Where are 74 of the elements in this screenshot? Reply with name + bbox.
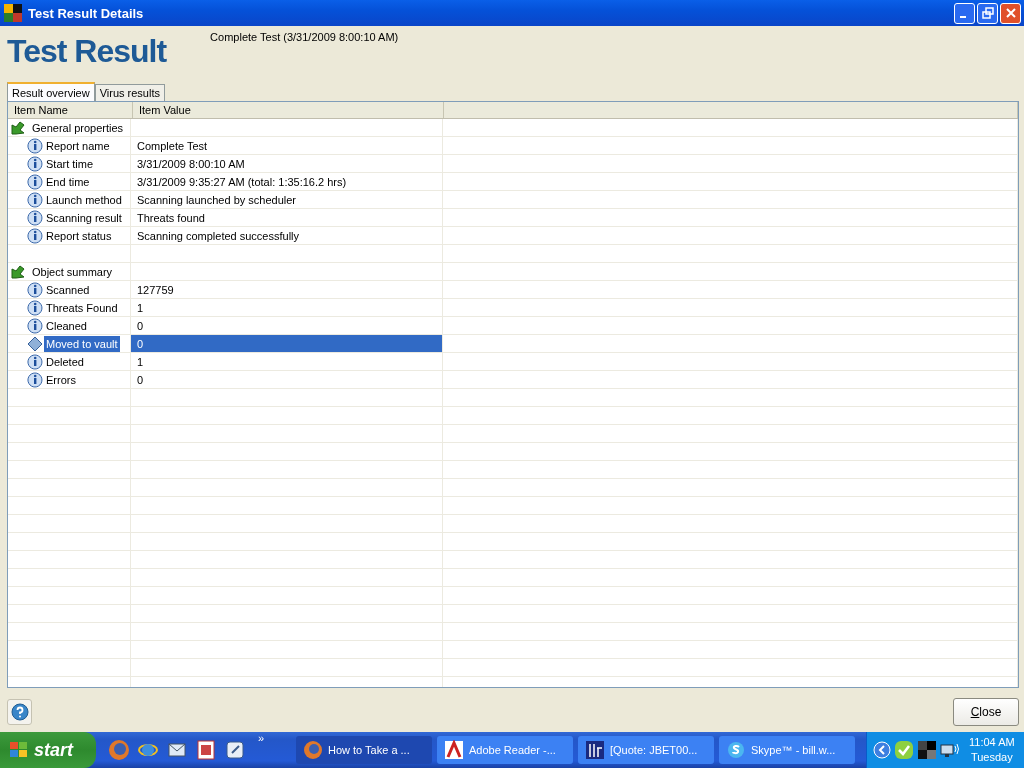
tab[interactable]: Virus results <box>94 84 165 101</box>
taskbar-button[interactable]: Adobe Reader -... <box>437 736 573 764</box>
item-value: Complete Test <box>137 139 208 152</box>
item-value: 0 <box>137 337 144 350</box>
item-value: Scanning launched by scheduler <box>137 193 296 206</box>
item-name[interactable]: Report name <box>44 137 112 154</box>
item-name[interactable]: Moved to vault <box>44 335 120 352</box>
info-icon <box>27 371 43 388</box>
item-value: 1 <box>137 355 144 368</box>
close-icon <box>1004 7 1017 19</box>
item-value: Threats found <box>137 211 205 224</box>
clock-time: 11:04 AM <box>969 735 1015 750</box>
globe-icon <box>303 740 323 760</box>
window-title: Test Result Details <box>28 5 145 21</box>
group-label[interactable]: Object summary <box>30 263 115 280</box>
item-name[interactable]: Report status <box>44 227 114 244</box>
item-name[interactable]: Launch method <box>44 191 124 208</box>
column-header[interactable]: Item Name <box>8 102 133 118</box>
close-dialog-button[interactable]: Close <box>953 698 1019 726</box>
item-name[interactable]: Threats Found <box>44 299 120 316</box>
info-icon <box>27 299 43 316</box>
info-icon <box>27 227 43 244</box>
item-value: Scanning completed successfully <box>137 229 300 242</box>
item-value: 0 <box>137 319 144 332</box>
info-icon <box>27 209 43 226</box>
item-value: 3/31/2009 8:00:10 AM <box>137 157 245 170</box>
reader-icon <box>444 740 464 760</box>
item-name[interactable]: Cleaned <box>44 317 89 334</box>
item-name[interactable]: End time <box>44 173 92 190</box>
chat-icon <box>726 740 746 760</box>
item-name[interactable]: Start time <box>44 155 96 172</box>
minimize-button[interactable] <box>954 2 975 24</box>
squares-icon[interactable] <box>917 740 937 760</box>
clock-day: Tuesday <box>970 750 1013 765</box>
info-icon <box>27 317 43 334</box>
item-name[interactable]: Scanned <box>44 281 92 298</box>
info-icon <box>27 281 43 298</box>
page-title: Test Result <box>7 33 167 70</box>
desktop-icon[interactable] <box>224 739 246 761</box>
test-subtitle: Complete Test (3/31/2009 8:00:10 AM) <box>210 31 399 43</box>
restore-button[interactable] <box>977 2 998 24</box>
item-value: 1 <box>137 301 144 314</box>
item-value: 3/31/2009 9:35:27 AM (total: 1:35:16.2 hrs) <box>137 175 347 188</box>
chevron-icon[interactable] <box>873 741 891 759</box>
item-value: 127759 <box>137 283 174 296</box>
document-icon[interactable] <box>195 739 217 761</box>
taskbar-button[interactable]: [Quote: JBET00... <box>578 736 714 764</box>
arrow-icon <box>11 120 25 135</box>
arrow-icon <box>11 264 25 279</box>
item-name[interactable]: Scanning result <box>44 209 124 226</box>
tab[interactable]: Result overview <box>7 82 95 101</box>
close-button[interactable] <box>1000 2 1021 24</box>
info-icon <box>27 353 43 370</box>
windows-logo-icon <box>9 741 29 759</box>
item-name[interactable]: Deleted <box>44 353 86 370</box>
start-button[interactable]: start <box>0 732 96 768</box>
item-name[interactable]: Errors <box>44 371 78 388</box>
item-value: 0 <box>137 373 144 386</box>
app-icon <box>585 740 605 760</box>
taskbar-button[interactable]: How to Take a ... <box>296 736 432 764</box>
help-button[interactable] <box>7 699 32 725</box>
info-icon <box>27 137 43 154</box>
network-icon[interactable] <box>940 741 960 759</box>
minimize-icon <box>959 16 966 18</box>
check-icon[interactable] <box>894 740 914 760</box>
group-label[interactable]: General properties <box>30 119 126 136</box>
more-chevron[interactable]: » <box>246 732 296 744</box>
restore-icon <box>981 7 994 19</box>
column-header[interactable]: Item Value <box>133 102 444 118</box>
info-icon <box>27 191 43 208</box>
taskbar-button[interactable]: Skype™ - bill.w... <box>719 736 855 764</box>
info-icon <box>27 173 43 190</box>
app-icon <box>4 4 22 22</box>
info-icon <box>27 155 43 172</box>
